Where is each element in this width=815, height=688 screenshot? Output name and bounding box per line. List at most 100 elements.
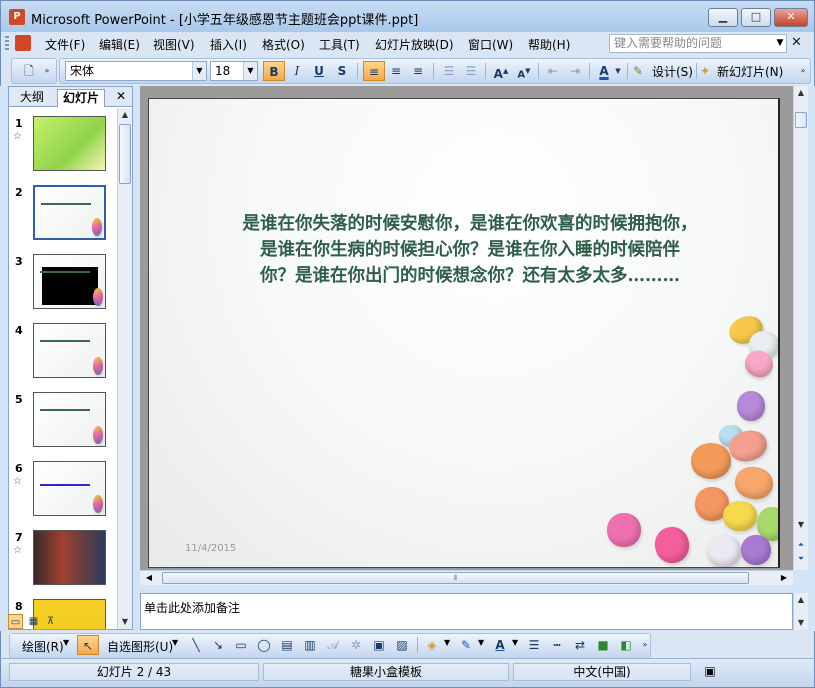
align-center-icon[interactable]: ≡ bbox=[385, 61, 407, 81]
menu-view[interactable]: 视图(V) bbox=[153, 36, 195, 53]
3d-style-icon[interactable]: ◧ bbox=[615, 635, 637, 655]
decrease-indent-icon[interactable]: ⇤ bbox=[542, 61, 564, 81]
next-slide-icon[interactable]: ⏷ bbox=[794, 552, 808, 566]
chevron-down-icon[interactable]: ▼ bbox=[192, 62, 206, 80]
clipart-icon[interactable]: ▣ bbox=[368, 635, 390, 655]
chevron-down-icon[interactable]: ▼ bbox=[512, 638, 518, 647]
scroll-up-icon[interactable]: ▲ bbox=[794, 86, 808, 100]
slide-thumbnail[interactable] bbox=[33, 461, 106, 516]
slide-thumbnail[interactable] bbox=[33, 392, 106, 447]
autoshapes-menu-button[interactable]: 自选图形(U) bbox=[107, 638, 173, 655]
line-style-icon[interactable]: ☰ bbox=[523, 635, 545, 655]
increase-indent-icon[interactable]: ⇥ bbox=[564, 61, 586, 81]
normal-view-icon[interactable]: ▭ bbox=[8, 614, 23, 629]
menu-insert[interactable]: 插入(I) bbox=[210, 36, 247, 53]
bold-button[interactable]: B bbox=[263, 61, 285, 81]
slide-body-text[interactable]: 是谁在你失落的时候安慰你，是谁在你欢喜的时候拥抱你， 是谁在你生病的时候担心你？… bbox=[185, 211, 755, 289]
slide-thumbnail[interactable] bbox=[33, 323, 106, 378]
menu-grip[interactable] bbox=[5, 36, 9, 52]
spelling-check-icon[interactable]: ▣ bbox=[695, 663, 725, 681]
scroll-thumb[interactable] bbox=[795, 112, 807, 128]
rectangle-tool-icon[interactable]: ▭ bbox=[230, 635, 252, 655]
italic-button[interactable]: I bbox=[286, 61, 308, 81]
numbering-icon[interactable]: ☰ bbox=[438, 61, 460, 81]
font-color-icon[interactable]: A bbox=[489, 635, 511, 655]
scroll-down-icon[interactable]: ▼ bbox=[118, 615, 132, 629]
menu-window[interactable]: 窗口(W) bbox=[468, 36, 513, 53]
document-icon[interactable] bbox=[15, 35, 31, 51]
line-color-icon[interactable]: ✎ bbox=[455, 635, 477, 655]
chevron-down-icon[interactable]: ▼ bbox=[444, 638, 450, 647]
tab-outline[interactable]: 大纲 bbox=[15, 89, 49, 107]
scroll-right-icon[interactable]: ▶ bbox=[777, 571, 791, 585]
draw-menu-button[interactable]: 绘图(R) bbox=[22, 638, 64, 655]
help-search-input[interactable]: 键入需要帮助的问题 bbox=[609, 34, 787, 53]
font-name-select[interactable]: 宋体 ▼ bbox=[65, 61, 207, 81]
chevron-down-icon[interactable]: ▼ bbox=[613, 61, 623, 81]
new-document-icon[interactable]: 🗋 bbox=[18, 61, 40, 81]
current-slide[interactable]: 是谁在你失落的时候安慰你，是谁在你欢喜的时候拥抱你， 是谁在你生病的时候担心你？… bbox=[148, 98, 780, 568]
vertical-textbox-icon[interactable]: ▥ bbox=[299, 635, 321, 655]
menu-edit[interactable]: 编辑(E) bbox=[99, 36, 140, 53]
slide-thumbnail[interactable] bbox=[33, 254, 106, 309]
horizontal-scrollbar[interactable]: ◀ ⦀ ▶ bbox=[140, 570, 793, 585]
scroll-up-icon[interactable]: ▲ bbox=[118, 108, 132, 122]
arrow-style-icon[interactable]: ⇄ bbox=[569, 635, 591, 655]
slide-thumbnail[interactable] bbox=[33, 185, 106, 240]
new-slide-button[interactable]: 新幻灯片(N) bbox=[717, 63, 783, 80]
toolbar-options-icon[interactable]: » bbox=[639, 635, 651, 655]
font-size-select[interactable]: 18 ▼ bbox=[210, 61, 258, 81]
bullets-icon[interactable]: ☰ bbox=[460, 61, 482, 81]
menu-help[interactable]: 帮助(H) bbox=[528, 36, 570, 53]
menu-file[interactable]: 文件(F) bbox=[45, 36, 85, 53]
pane-close-button[interactable]: ✕ bbox=[116, 89, 126, 103]
notes-pane[interactable]: 单击此处添加备注 bbox=[140, 593, 793, 630]
minimize-button[interactable]: ▁ bbox=[708, 8, 738, 27]
slideshow-view-icon[interactable]: ⊼ bbox=[43, 614, 58, 629]
slide-thumbnail[interactable] bbox=[33, 530, 106, 585]
previous-slide-icon[interactable]: ⏶ bbox=[794, 538, 808, 552]
wordart-icon[interactable]: 𝒜 bbox=[322, 635, 344, 655]
menu-slideshow[interactable]: 幻灯片放映(D) bbox=[375, 36, 454, 53]
decrease-font-size-icon[interactable]: A▼ bbox=[513, 61, 535, 81]
select-objects-icon[interactable]: ↖ bbox=[77, 635, 99, 655]
font-color-icon[interactable]: A bbox=[593, 61, 615, 81]
line-tool-icon[interactable]: ╲ bbox=[185, 635, 207, 655]
align-right-icon[interactable]: ≡ bbox=[407, 61, 429, 81]
chevron-down-icon[interactable]: ▼ bbox=[63, 638, 69, 647]
design-button[interactable]: 设计(S) bbox=[652, 63, 693, 80]
toolbar-options-icon[interactable]: » bbox=[41, 61, 53, 81]
notes-scrollbar[interactable]: ▲ ▼ bbox=[793, 593, 808, 630]
arrow-tool-icon[interactable]: ↘ bbox=[207, 635, 229, 655]
scroll-up-icon[interactable]: ▲ bbox=[794, 593, 808, 607]
maximize-button[interactable]: □ bbox=[741, 8, 771, 27]
fill-color-icon[interactable]: ◈ bbox=[421, 635, 443, 655]
thumbnail-scrollbar[interactable]: ▲ ▼ bbox=[117, 108, 132, 629]
menu-format[interactable]: 格式(O) bbox=[262, 36, 305, 53]
slide-sorter-icon[interactable]: ▦ bbox=[26, 614, 41, 629]
align-left-icon[interactable]: ≡ bbox=[363, 61, 385, 81]
toolbar-options-icon[interactable]: » bbox=[797, 61, 809, 81]
slide-scrollbar[interactable]: ▲ ▼ ⏶ ⏷ bbox=[793, 86, 808, 570]
picture-icon[interactable]: ▨ bbox=[391, 635, 413, 655]
horizontal-scroll-thumb[interactable]: ⦀ bbox=[162, 572, 749, 584]
menu-tools[interactable]: 工具(T) bbox=[319, 36, 360, 53]
scroll-thumb[interactable] bbox=[119, 124, 131, 184]
chevron-down-icon[interactable]: ▼ bbox=[172, 638, 178, 647]
chevron-down-icon[interactable]: ▼ bbox=[478, 638, 484, 647]
diagram-icon[interactable]: ✲ bbox=[345, 635, 367, 655]
shadow-button[interactable]: S bbox=[331, 61, 353, 81]
dash-style-icon[interactable]: ┅ bbox=[546, 635, 568, 655]
increase-font-size-icon[interactable]: A▲ bbox=[490, 61, 512, 81]
scroll-left-icon[interactable]: ◀ bbox=[142, 571, 156, 585]
document-close-button[interactable]: ✕ bbox=[791, 35, 802, 50]
oval-tool-icon[interactable]: ◯ bbox=[253, 635, 275, 655]
shadow-style-icon[interactable]: ■ bbox=[592, 635, 614, 655]
underline-button[interactable]: U bbox=[308, 61, 330, 81]
slide-thumbnail[interactable] bbox=[33, 116, 106, 171]
textbox-tool-icon[interactable]: ▤ bbox=[276, 635, 298, 655]
tab-slides[interactable]: 幻灯片 bbox=[57, 89, 106, 107]
close-button[interactable]: ✕ bbox=[774, 8, 808, 27]
chevron-down-icon[interactable]: ▼ bbox=[243, 62, 257, 80]
chevron-down-icon[interactable]: ▼ bbox=[773, 34, 787, 53]
